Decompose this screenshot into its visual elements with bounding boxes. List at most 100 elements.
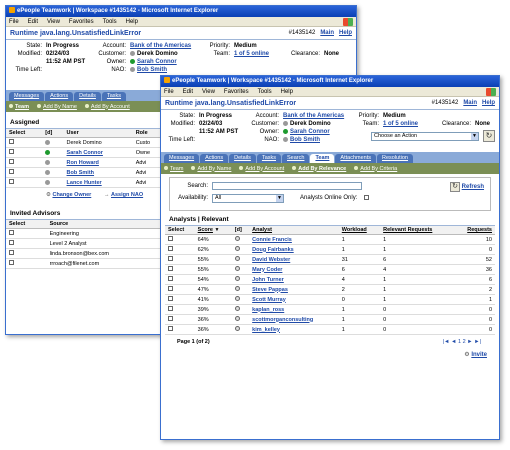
tab-search[interactable]: Search — [282, 154, 310, 163]
user-link[interactable]: Ron Howard — [67, 160, 99, 166]
row-checkbox[interactable] — [168, 266, 173, 271]
tab-details[interactable]: Details — [229, 154, 256, 163]
front-account-link[interactable]: Bank of the Americas — [283, 113, 344, 119]
row-checkbox[interactable] — [168, 256, 173, 261]
relevant-requests-cell: 1 — [380, 284, 454, 295]
subtab-add-by-criteria[interactable]: Add By Criteria — [354, 165, 397, 172]
analyst-link[interactable]: Steve Pappas — [252, 287, 288, 293]
menu-file[interactable]: File — [9, 19, 19, 25]
action-select[interactable]: Choose an Action ▼ — [371, 132, 479, 141]
user-link[interactable]: Bob Smith — [67, 170, 95, 176]
back-main-link[interactable]: Main — [320, 30, 334, 36]
back-help-link[interactable]: Help — [339, 30, 352, 36]
menu-view[interactable]: View — [47, 19, 60, 25]
refresh-link[interactable]: Refresh — [462, 184, 484, 190]
col-requests[interactable]: Requests — [453, 226, 495, 235]
tab-tasks[interactable]: Tasks — [256, 154, 281, 163]
online-only-checkbox[interactable] — [364, 195, 369, 200]
menu-file[interactable]: File — [164, 89, 174, 95]
status-cell — [231, 314, 250, 325]
back-tab-actions[interactable]: Actions — [45, 92, 74, 101]
analyst-link[interactable]: Connie Francis — [252, 237, 292, 243]
back-account-link[interactable]: Bank of the Americas — [130, 43, 191, 49]
col-relevant-requests[interactable]: Relevant Requests — [380, 226, 454, 235]
col-workload[interactable]: Workload — [338, 226, 381, 235]
row-checkbox[interactable] — [9, 260, 14, 265]
menu-help[interactable]: Help — [126, 19, 138, 25]
analyst-link[interactable]: John Turner — [252, 277, 284, 283]
tab-actions[interactable]: Actions — [200, 154, 229, 163]
row-checkbox[interactable] — [9, 250, 14, 255]
change-owner-link[interactable]: Change Owner — [52, 192, 91, 198]
row-checkbox[interactable] — [9, 149, 14, 154]
row-checkbox[interactable] — [168, 286, 173, 291]
menu-tools[interactable]: Tools — [258, 89, 272, 95]
subtab-add-by-name[interactable]: Add By Name — [191, 165, 231, 172]
row-checkbox[interactable] — [168, 236, 173, 241]
front-main-link[interactable]: Main — [463, 100, 477, 106]
assign-nao-link[interactable]: Assign NAO — [111, 192, 143, 198]
row-checkbox[interactable] — [168, 246, 173, 251]
row-checkbox[interactable] — [9, 230, 14, 235]
go-button[interactable]: ↻ — [483, 130, 495, 142]
col-select: Select — [6, 129, 43, 138]
tab-resolution[interactable]: Resolution — [376, 154, 413, 163]
back-tab-messages[interactable]: Messages — [9, 92, 45, 101]
analyst-link[interactable]: Doug Fairbanks — [252, 247, 294, 253]
row-checkbox[interactable] — [9, 179, 14, 184]
back-nao-link[interactable]: Bob Smith — [137, 67, 167, 73]
analyst-link[interactable]: scottmorganconsulting — [252, 317, 313, 323]
row-checkbox[interactable] — [168, 306, 173, 311]
col-score[interactable]: Score ▼ — [194, 226, 232, 235]
subtab-team[interactable]: Team — [164, 165, 183, 172]
availability-select[interactable]: All ▼ — [212, 194, 284, 203]
front-customer-value: Derek Domino — [290, 121, 331, 127]
status-offline-icon — [234, 306, 240, 311]
back-tab-tasks[interactable]: Tasks — [101, 92, 126, 101]
user-link[interactable]: Sarah Connor — [67, 150, 103, 156]
status-offline-icon — [45, 139, 51, 145]
menu-edit[interactable]: Edit — [28, 19, 38, 25]
back-subtab-team[interactable]: Team — [9, 103, 29, 110]
front-timeleft-label: Time Left: — [168, 137, 195, 143]
tab-messages[interactable]: Messages — [164, 154, 200, 163]
row-checkbox[interactable] — [168, 326, 173, 331]
menu-help[interactable]: Help — [281, 89, 293, 95]
menu-favorites[interactable]: Favorites — [69, 19, 94, 25]
col-analyst[interactable]: Analyst — [249, 226, 339, 235]
row-checkbox[interactable] — [9, 159, 14, 164]
row-checkbox[interactable] — [9, 240, 14, 245]
pager[interactable]: |◄ ◄ 1 2 ► ►| — [443, 339, 481, 345]
menu-edit[interactable]: Edit — [183, 89, 193, 95]
refresh-icon[interactable]: ↻ — [450, 182, 460, 192]
row-checkbox[interactable] — [9, 139, 14, 144]
front-nao-link[interactable]: Bob Smith — [290, 137, 320, 143]
front-help-link[interactable]: Help — [482, 100, 495, 106]
tab-team[interactable]: Team — [310, 154, 335, 163]
back-subtab-add-by-account[interactable]: Add By Account — [84, 103, 130, 110]
analyst-link[interactable]: Scott Murray — [252, 297, 286, 303]
analyst-link[interactable]: kim_kelley — [252, 327, 280, 333]
row-checkbox[interactable] — [168, 276, 173, 281]
subtab-add-by-relevance[interactable]: Add By Relevance — [292, 165, 346, 172]
row-checkbox[interactable] — [9, 169, 14, 174]
menu-favorites[interactable]: Favorites — [224, 89, 249, 95]
back-owner-link[interactable]: Sarah Connor — [137, 59, 177, 65]
analyst-link[interactable]: kaplan_ross — [252, 307, 284, 313]
back-team-link[interactable]: 1 of 5 online — [234, 51, 269, 57]
tab-attachments[interactable]: Attachments — [335, 154, 376, 163]
user-link[interactable]: Lance Hunter — [67, 180, 102, 186]
back-subtab-add-by-name[interactable]: Add By Name — [36, 103, 77, 110]
menu-view[interactable]: View — [202, 89, 215, 95]
subtab-add-by-account[interactable]: Add By Account — [239, 165, 284, 172]
search-input[interactable] — [212, 182, 362, 190]
invite-link[interactable]: Invite — [471, 352, 487, 358]
analyst-link[interactable]: Mary Coder — [252, 267, 282, 273]
row-checkbox[interactable] — [168, 296, 173, 301]
row-checkbox[interactable] — [168, 316, 173, 321]
front-owner-link[interactable]: Sarah Connor — [290, 129, 330, 135]
front-team-link[interactable]: 1 of 5 online — [383, 121, 418, 127]
analyst-link[interactable]: David Webster — [252, 257, 290, 263]
back-tab-details[interactable]: Details — [74, 92, 101, 101]
menu-tools[interactable]: Tools — [103, 19, 117, 25]
